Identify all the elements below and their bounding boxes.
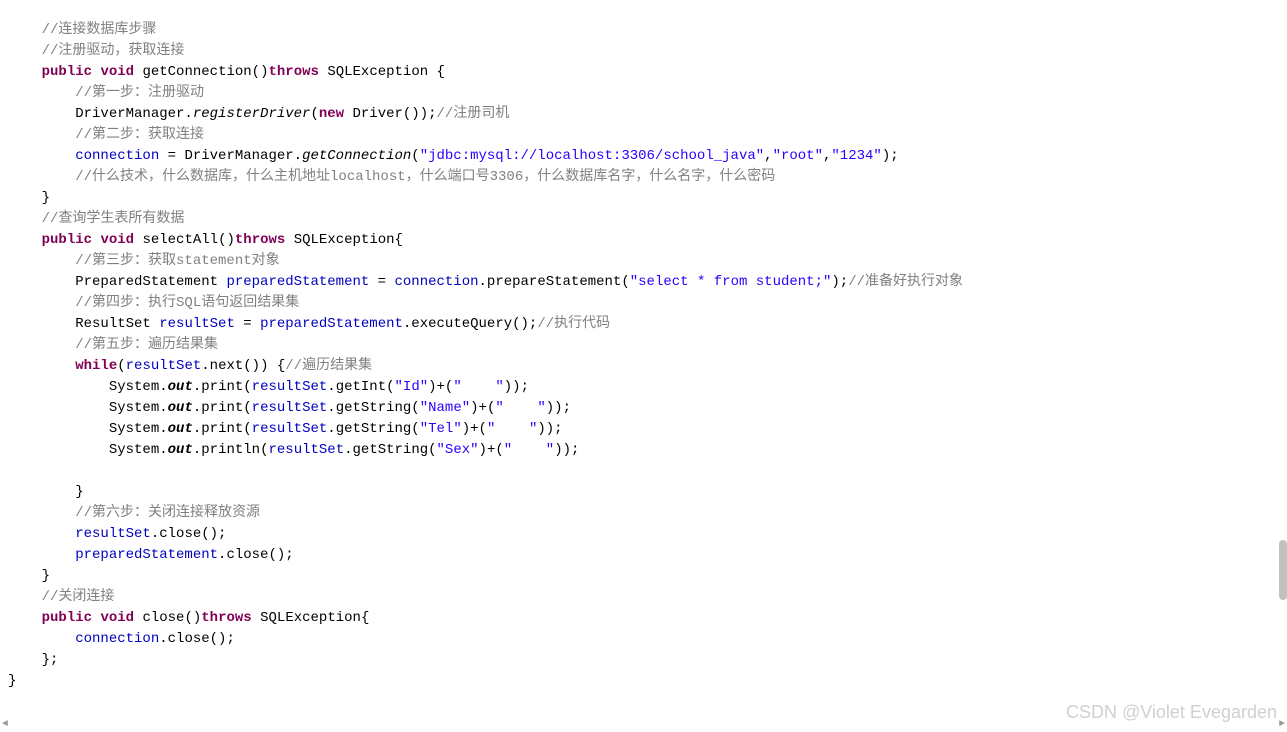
comment: //注册驱动，获取连接 [42,43,185,59]
field: connection [395,274,479,290]
comment: //执行代码 [537,316,610,332]
comment: //第三步：获取statement对象 [75,253,279,269]
comment: //准备好执行对象 [848,274,963,290]
keyword-while: while [75,358,117,374]
string-literal: "select * from student;" [630,274,832,290]
static-field: out [168,379,193,395]
comment: //关闭连接 [42,589,115,605]
comment: //注册司机 [437,106,510,122]
field: connection [75,631,159,647]
comment: //第一步：注册驱动 [75,85,204,101]
comment: //查询学生表所有数据 [42,211,185,227]
method-name: close [142,610,184,626]
string-literal: "1234" [831,148,881,164]
comment: //什么技术，什么数据库，什么主机地址localhost，什么端口号3306，什… [75,169,775,185]
code-block: //连接数据库步骤 //注册驱动，获取连接 public void getCon… [0,20,1287,692]
keyword-void: void [100,64,134,80]
keyword-throws: throws [268,64,318,80]
method-static: registerDriver [193,106,311,122]
comment: //第四步：执行SQL语句返回结果集 [75,295,299,311]
local-var: resultSet [159,316,235,332]
local-var: preparedStatement [226,274,369,290]
string-literal: "jdbc:mysql://localhost:3306/school_java… [420,148,764,164]
comment: //连接数据库步骤 [42,22,157,38]
string-literal: "root" [773,148,823,164]
keyword-new: new [319,106,344,122]
method-name: selectAll [142,232,218,248]
keyword-public: public [42,64,92,80]
comment: //遍历结果集 [285,358,372,374]
method-static: getConnection [302,148,411,164]
comment: //第五步：遍历结果集 [75,337,218,353]
field: connection [75,148,159,164]
method-name: getConnection [142,64,251,80]
watermark-text: CSDN @Violet Evegarden [1066,699,1277,726]
vertical-scrollbar-thumb[interactable] [1279,540,1287,600]
comment: //第六步：关闭连接释放资源 [75,505,260,521]
comment: //第二步：获取连接 [75,127,204,143]
scroll-left-arrow-icon[interactable]: ◄ [2,717,8,732]
scroll-right-arrow-icon[interactable]: ► [1279,717,1285,732]
